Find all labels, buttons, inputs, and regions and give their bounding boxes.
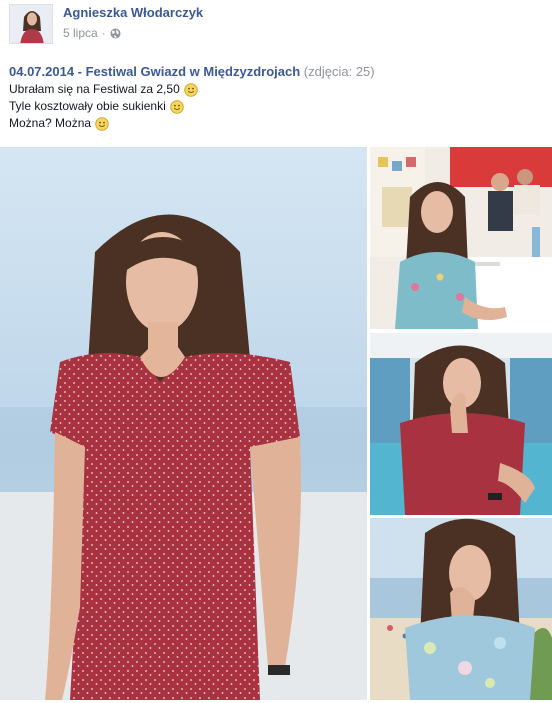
avatar[interactable]	[9, 4, 53, 44]
album-link[interactable]: 04.07.2014 - Festiwal Gwiazd w Międzyzdr…	[9, 64, 300, 79]
photo-thumb-blue-dress[interactable]	[370, 518, 552, 700]
smile-icon	[95, 116, 109, 131]
separator-dot: ·	[101, 26, 106, 40]
post-text: 04.07.2014 - Festiwal Gwiazd w Międzyzdr…	[9, 63, 544, 132]
post-line-2: Tyle kosztowały obie sukienki	[9, 98, 544, 115]
post-header: Agnieszka Włodarczyk 5 lipca ·	[9, 4, 203, 44]
smile-icon	[169, 99, 184, 114]
post-line-1: Ubrałam się na Festiwal za 2,50	[9, 81, 544, 98]
post-line-text: Ubrałam się na Festiwal za 2,50	[9, 82, 180, 96]
post-line-text: Można? Można	[9, 116, 92, 130]
post-date[interactable]: 5 lipca	[63, 26, 98, 40]
post-meta: 5 lipca ·	[63, 26, 203, 40]
globe-icon[interactable]	[110, 28, 121, 39]
photo-main-red-dress[interactable]	[0, 147, 367, 700]
post-line-3: Można? Można	[9, 115, 544, 132]
photo-thumb-table[interactable]	[370, 147, 552, 329]
photo-grid	[0, 147, 552, 703]
post-line-text: Tyle kosztowały obie sukienki	[9, 99, 166, 113]
author-name[interactable]: Agnieszka Włodarczyk	[63, 5, 203, 21]
smile-icon	[183, 82, 198, 97]
photo-thumb-pool[interactable]	[370, 333, 552, 515]
photo-count: (zdjęcia: 25)	[303, 64, 375, 79]
post-title: 04.07.2014 - Festiwal Gwiazd w Międzyzdr…	[9, 63, 544, 81]
